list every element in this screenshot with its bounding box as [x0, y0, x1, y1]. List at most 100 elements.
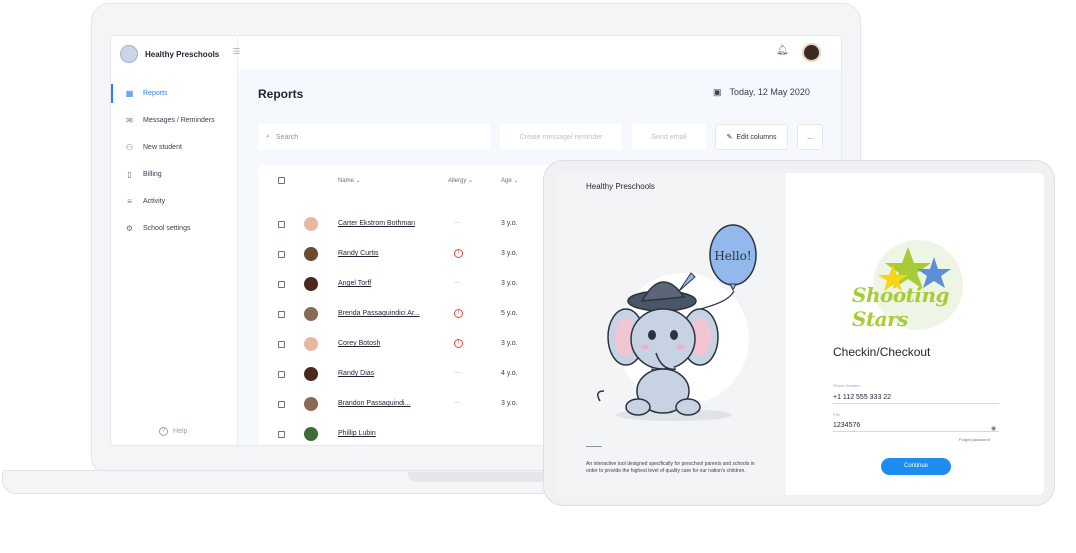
allergy-alert-icon[interactable]: !: [454, 339, 463, 348]
sidebar-item-billing[interactable]: ▯ Billing: [111, 161, 238, 188]
column-header-allergy[interactable]: Allergy ⌄: [448, 177, 473, 184]
phone-field[interactable]: +1 112 555 333 22: [833, 394, 999, 404]
allergy-none: —: [454, 369, 461, 376]
sidebar-item-label: Messages / Reminders: [143, 117, 215, 124]
row-checkbox[interactable]: [278, 221, 285, 228]
add-user-icon: ⚇: [125, 143, 134, 152]
student-avatar: [304, 277, 318, 291]
sidebar-item-school-settings[interactable]: ⚙ School settings: [111, 215, 238, 242]
allergy-alert-icon[interactable]: !: [454, 309, 463, 318]
divider: [586, 446, 602, 447]
brand[interactable]: Healthy Preschools: [120, 45, 219, 63]
date-display: ▣ Today, 12 May 2020: [713, 87, 810, 98]
student-age: 3 y.o.: [501, 400, 518, 407]
send-email-button[interactable]: Send email: [632, 124, 706, 150]
eye-icon[interactable]: ◉: [991, 425, 996, 432]
student-name-link[interactable]: Carter Ekstrom Bothman: [338, 220, 415, 227]
sidebar-item-new-student[interactable]: ⚇ New student: [111, 134, 238, 161]
sidebar-item-activity[interactable]: ≡ Activity: [111, 188, 238, 215]
search-icon: ⌕: [266, 133, 270, 140]
laptop-notch: [408, 472, 548, 482]
allergy-none: —: [454, 399, 461, 406]
continue-button[interactable]: Continue: [881, 458, 951, 475]
student-name-link[interactable]: Randy Curtis: [338, 250, 378, 257]
student-avatar: [304, 247, 318, 261]
student-name-link[interactable]: Phillip Lubin: [338, 430, 376, 437]
help-link[interactable]: ? Help: [159, 427, 187, 436]
row-checkbox[interactable]: [278, 341, 285, 348]
student-avatar: [304, 427, 318, 441]
sidebar-item-label: School settings: [143, 225, 191, 232]
student-name-link[interactable]: Corey Botosh: [338, 340, 380, 347]
sidebar-item-label: New student: [143, 144, 182, 151]
question-icon: ?: [159, 427, 168, 436]
row-checkbox[interactable]: [278, 281, 285, 288]
list-icon: ≡: [127, 197, 132, 206]
pin-field[interactable]: 1234576: [833, 422, 999, 432]
sidebar-item-label: Activity: [143, 198, 166, 205]
forgot-password-link[interactable]: Forgot password?: [959, 437, 991, 442]
edit-columns-button[interactable]: ✎ Edit columns: [715, 124, 788, 150]
row-checkbox[interactable]: [278, 251, 285, 258]
edit-columns-label: Edit columns: [736, 133, 777, 141]
edit-icon: ✎: [726, 134, 733, 141]
student-avatar: [304, 217, 318, 231]
student-name-link[interactable]: Angel Torff: [338, 280, 371, 287]
sidebar-item-label: Billing: [143, 171, 162, 178]
balloon-text: Hello!: [714, 249, 751, 263]
student-age: 5 y.o.: [501, 310, 518, 317]
more-options-button[interactable]: ...: [797, 124, 823, 150]
tablet-frame: Healthy Preschools Hello! An interactive…: [543, 160, 1055, 506]
allergy-none: —: [454, 279, 461, 286]
allergy-none: —: [454, 219, 461, 226]
bell-icon[interactable]: 🔔︎: [776, 45, 789, 56]
sidebar: Healthy Preschools ▦ Reports ✉ Messages …: [111, 36, 238, 445]
sidebar-item-reports[interactable]: ▦ Reports: [111, 80, 238, 107]
bookmark-icon: ▯: [127, 170, 132, 179]
elephant-illustration: Hello!: [597, 224, 757, 421]
elephant-logo-icon: [120, 45, 138, 63]
search-placeholder: Search: [275, 133, 299, 141]
row-checkbox[interactable]: [278, 371, 285, 378]
student-name-link[interactable]: Brandon Passaquindi...: [338, 400, 410, 407]
row-checkbox[interactable]: [278, 401, 285, 408]
gear-icon: ⚙: [125, 224, 134, 233]
calendar-icon: ▣: [713, 87, 722, 97]
tablet-intro-panel: Healthy Preschools Hello! An interactive…: [556, 173, 786, 495]
student-age: 4 y.o.: [501, 370, 518, 377]
phone-label: Phone Number: [833, 383, 860, 388]
select-all-checkbox[interactable]: [278, 177, 285, 184]
brand-name: Healthy Preschools: [145, 49, 220, 59]
student-age: 3 y.o.: [501, 220, 518, 227]
tablet-screen: Healthy Preschools Hello! An interactive…: [556, 173, 1044, 495]
date-label: Today, 12 May 2020: [729, 87, 810, 97]
allergy-alert-icon[interactable]: !: [454, 249, 463, 258]
grid-icon: ▦: [125, 89, 134, 98]
sidebar-nav: ▦ Reports ✉ Messages / Reminders ⚇ New s…: [111, 80, 238, 242]
collapse-menu-icon[interactable]: ☰: [233, 47, 240, 56]
student-avatar: [304, 367, 318, 381]
sidebar-item-label: Reports: [143, 90, 168, 97]
tablet-brand: Healthy Preschools: [586, 182, 655, 191]
avatar[interactable]: [802, 43, 821, 62]
checkin-heading: Checkin/Checkout: [833, 345, 931, 359]
row-checkbox[interactable]: [278, 431, 285, 438]
search-input[interactable]: ⌕ Search: [258, 124, 490, 150]
help-label: Help: [173, 428, 188, 435]
mail-icon: ✉: [126, 116, 133, 125]
pin-label: PIN: [833, 412, 840, 417]
student-age: 3 y.o.: [501, 280, 518, 287]
column-header-name[interactable]: Name ⌄: [338, 177, 361, 184]
sidebar-item-messages[interactable]: ✉ Messages / Reminders: [111, 107, 238, 134]
student-avatar: [304, 337, 318, 351]
checkin-panel: Shooting Stars Checkin/Checkout Phone Nu…: [786, 173, 1044, 495]
row-checkbox[interactable]: [278, 311, 285, 318]
logo-text: Shooting Stars: [852, 283, 950, 331]
column-header-age[interactable]: Age ⌄: [501, 177, 518, 184]
student-name-link[interactable]: Randy Dias: [338, 370, 374, 377]
tablet-description: An interactive tool designed specificall…: [586, 461, 755, 474]
shooting-stars-logo: Shooting Stars: [838, 235, 988, 335]
student-name-link[interactable]: Brenda Passaquindici Ar...: [338, 310, 420, 317]
student-age: 3 y.o.: [501, 250, 518, 257]
create-message-button[interactable]: Create message/ reminder: [500, 124, 622, 150]
